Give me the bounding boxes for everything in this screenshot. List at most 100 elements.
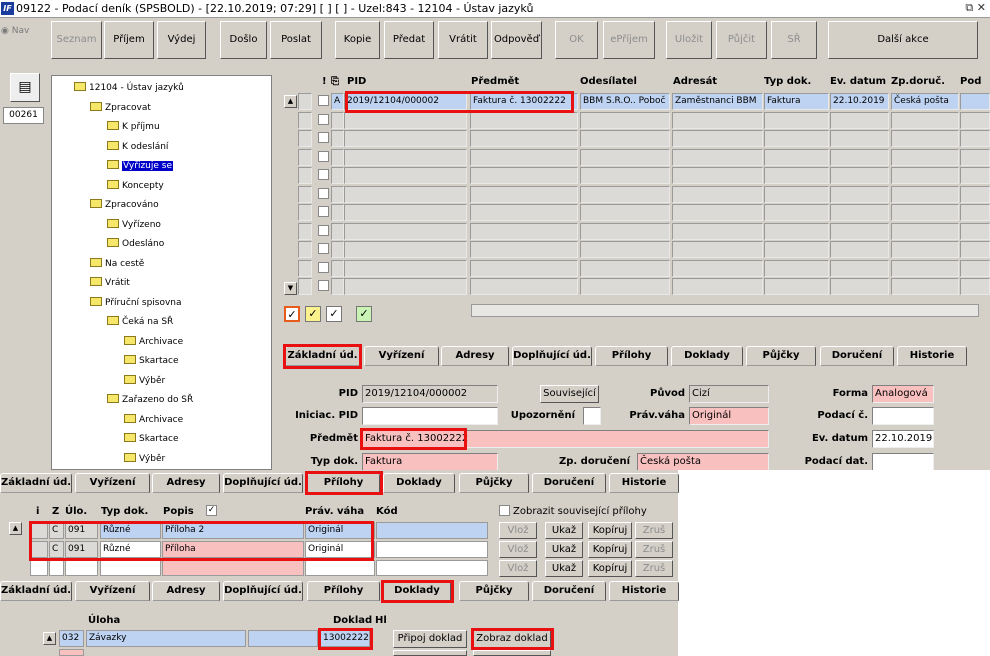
row-checkbox[interactable] xyxy=(318,113,329,125)
prilohy-row-button[interactable]: Vlož xyxy=(499,541,537,558)
prilohy-cell[interactable]: Příloha 2 xyxy=(162,522,304,539)
prilohy-row-button[interactable]: Vlož xyxy=(499,522,537,539)
grid-cell[interactable] xyxy=(331,148,344,166)
zobraz-doklad-button[interactable]: Zobraz doklad xyxy=(473,630,551,648)
grid-cell[interactable] xyxy=(830,148,889,166)
grid-cell[interactable] xyxy=(830,222,889,240)
grid-cell[interactable] xyxy=(764,241,829,258)
grid-cell[interactable] xyxy=(580,130,670,147)
tree-node[interactable]: Vyřízeno xyxy=(107,217,161,233)
typdok-field[interactable]: Faktura xyxy=(362,453,498,470)
toolbar-eprijem-button[interactable]: ePříjem xyxy=(603,21,655,59)
grid-cell[interactable] xyxy=(960,148,990,166)
col-header-typ[interactable]: Typ dok. xyxy=(764,74,811,90)
prilohy-cell[interactable] xyxy=(49,560,64,576)
prilohy-cell[interactable]: Příloha xyxy=(162,541,304,558)
grid-cell[interactable] xyxy=(344,111,467,129)
row-checkbox[interactable] xyxy=(318,169,329,180)
tab-prilohy[interactable]: Přílohy xyxy=(595,346,668,366)
doklady-row-doklad[interactable]: 13002222 xyxy=(320,630,370,647)
grid-cell[interactable] xyxy=(960,241,990,258)
prilohy-cell[interactable] xyxy=(162,560,304,576)
grid-cell[interactable] xyxy=(830,241,889,258)
grid-cell[interactable] xyxy=(298,148,312,166)
tab-vyrizeni[interactable]: Vyřízení xyxy=(364,346,439,366)
prilohy-scroll-up-icon[interactable]: ▲ xyxy=(9,522,22,535)
col-header-odesilatel[interactable]: Odesílatel xyxy=(580,74,637,90)
grid-cell[interactable] xyxy=(331,241,344,258)
grid-cell[interactable] xyxy=(960,111,990,129)
grid-cell[interactable] xyxy=(580,222,670,240)
grid-cell[interactable] xyxy=(470,130,578,147)
iniciac-pid-field[interactable] xyxy=(362,407,498,425)
grid-cell[interactable] xyxy=(470,241,578,258)
grid-cell[interactable] xyxy=(344,241,467,258)
prilohy-row-button[interactable]: Ukaž xyxy=(545,560,583,577)
grid-cell[interactable] xyxy=(830,167,889,184)
prilohy-cell[interactable]: C xyxy=(49,522,64,539)
grid-cell[interactable] xyxy=(331,167,344,184)
forma-field[interactable]: Analogová xyxy=(872,385,934,403)
grid-cell[interactable] xyxy=(830,259,889,277)
grid-cell[interactable]: Faktura xyxy=(764,93,829,110)
grid-cell[interactable] xyxy=(891,167,959,184)
grid-cell[interactable] xyxy=(344,130,467,147)
grid-cell[interactable] xyxy=(672,185,763,203)
toolbar-poslat-button[interactable]: Poslat xyxy=(270,21,322,59)
col-header-flag[interactable]: ! xyxy=(322,74,327,90)
prilohy-cell[interactable]: Originál xyxy=(305,522,375,539)
grid-cell[interactable] xyxy=(470,111,578,129)
grid-cell[interactable] xyxy=(891,204,959,221)
podaci-dat-field[interactable] xyxy=(872,453,934,470)
tab3-pujcky[interactable]: Půjčky xyxy=(459,581,529,601)
grid-cell[interactable] xyxy=(830,204,889,221)
grid-cell[interactable] xyxy=(891,278,959,295)
toolbar-vratit-button[interactable]: Vrátit xyxy=(438,21,488,59)
prilohy-cell[interactable]: Různé xyxy=(100,541,161,558)
grid-cell[interactable] xyxy=(672,148,763,166)
doklady-row-ulo[interactable]: 032 xyxy=(59,630,84,647)
grid-cell[interactable] xyxy=(891,259,959,277)
grid-cell[interactable]: BBM S.R.O.. Poboč xyxy=(580,93,670,110)
grid-cell[interactable]: A xyxy=(331,93,344,110)
prilohy-cell[interactable]: 091 xyxy=(65,541,98,558)
grid-cell[interactable] xyxy=(672,111,763,129)
evdatum-field[interactable]: 22.10.2019 0 xyxy=(872,430,934,448)
tree-node[interactable]: K příjmu xyxy=(107,119,160,135)
puvod-field[interactable]: Cizí xyxy=(689,385,769,403)
grid-cell[interactable] xyxy=(470,167,578,184)
grid-cell[interactable]: Faktura č. 13002222 xyxy=(470,93,578,110)
grid-cell[interactable] xyxy=(672,222,763,240)
prilohy-cell[interactable] xyxy=(30,522,48,539)
grid-cell[interactable] xyxy=(960,259,990,277)
prilohy-cell[interactable]: C xyxy=(49,541,64,558)
grid-cell[interactable] xyxy=(891,130,959,147)
pripoj-doklad-button[interactable]: Připoj doklad xyxy=(393,630,467,648)
tab2-pujcky[interactable]: Půjčky xyxy=(459,473,529,493)
row-checkbox[interactable] xyxy=(318,132,329,143)
grid-cell[interactable] xyxy=(298,259,312,277)
col-header-pid[interactable]: PID xyxy=(347,74,366,90)
grid-cell[interactable] xyxy=(470,204,578,221)
grid-cell[interactable] xyxy=(960,167,990,184)
filter-check-2[interactable]: ✓ xyxy=(305,306,321,322)
predmet-field[interactable]: Faktura č. 13002222 xyxy=(362,430,769,448)
prilohy-cell[interactable] xyxy=(100,560,161,576)
prilohy-row-button[interactable]: Zruš xyxy=(635,560,673,577)
grid-cell[interactable] xyxy=(317,111,330,129)
grid-cell[interactable] xyxy=(580,148,670,166)
grid-cell[interactable] xyxy=(764,259,829,277)
filter-check-4[interactable]: ✓ xyxy=(356,306,372,322)
toolbar-prijem-button[interactable]: Příjem xyxy=(104,21,154,59)
toolbar-doslo-button[interactable]: Došlo xyxy=(220,21,267,59)
tree-node[interactable]: 12104 - Ústav jazyků xyxy=(74,80,184,96)
doklady-scroll-up-icon[interactable]: ▲ xyxy=(43,632,56,645)
tree-node[interactable]: Na cestě xyxy=(90,256,144,272)
tab-historie[interactable]: Historie xyxy=(897,346,967,366)
grid-cell[interactable] xyxy=(764,278,829,295)
grid-cell[interactable] xyxy=(298,167,312,184)
grid-cell[interactable] xyxy=(470,259,578,277)
tab-pujcky[interactable]: Půjčky xyxy=(746,346,816,366)
grid-cell[interactable] xyxy=(580,185,670,203)
grid-cell[interactable] xyxy=(331,111,344,129)
